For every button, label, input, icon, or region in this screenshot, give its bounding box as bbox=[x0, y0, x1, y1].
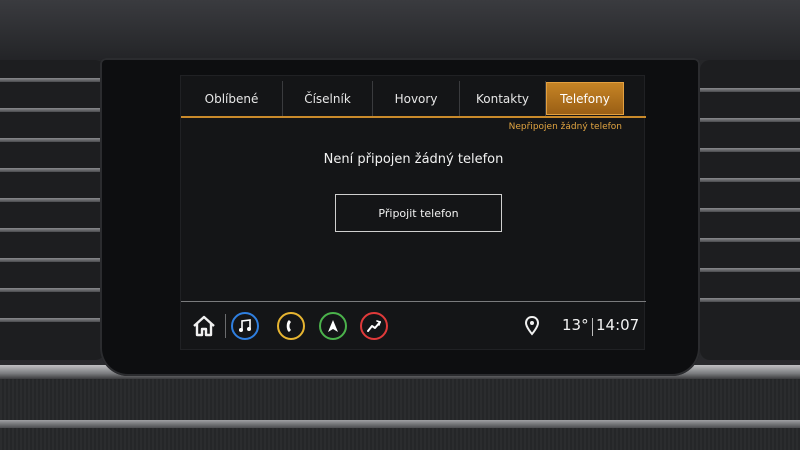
lower-dashboard bbox=[0, 379, 800, 450]
dashboard: Oblíbené Číselník Hovory Kontakty Telefo… bbox=[0, 0, 800, 450]
location-pin-icon[interactable] bbox=[524, 315, 540, 336]
bottom-bar-separator bbox=[225, 314, 226, 338]
music-icon[interactable] bbox=[231, 312, 259, 340]
home-icon[interactable] bbox=[191, 313, 217, 339]
tab-favorites[interactable]: Oblíbené bbox=[181, 81, 283, 117]
connect-phone-button[interactable]: Připojit telefon bbox=[335, 194, 502, 232]
infotainment-screen: Oblíbené Číselník Hovory Kontakty Telefo… bbox=[180, 75, 646, 350]
tab-contacts[interactable]: Kontakty bbox=[460, 81, 546, 117]
tab-calls[interactable]: Hovory bbox=[373, 81, 460, 117]
phone-icon[interactable] bbox=[277, 312, 305, 340]
dashboard-top-trim bbox=[0, 0, 800, 60]
tab-phones[interactable]: Telefony bbox=[546, 82, 624, 115]
lower-chrome-trim bbox=[0, 420, 800, 428]
connection-status: Nepřipojen žádný telefon bbox=[508, 122, 622, 132]
left-air-vent bbox=[0, 60, 105, 360]
bottom-bar: 13° 14:07 bbox=[181, 308, 646, 346]
time-separator bbox=[592, 318, 593, 336]
temperature-readout: 13° bbox=[562, 316, 589, 334]
tab-dialer[interactable]: Číselník bbox=[283, 81, 373, 117]
tab-underline bbox=[181, 116, 646, 118]
clock: 14:07 bbox=[596, 316, 640, 334]
navigation-icon[interactable] bbox=[319, 312, 347, 340]
right-air-vent bbox=[700, 60, 800, 360]
onstar-icon[interactable] bbox=[360, 312, 388, 340]
bottom-divider bbox=[181, 301, 646, 302]
tab-bar: Oblíbené Číselník Hovory Kontakty Telefo… bbox=[181, 81, 646, 117]
no-phone-message: Není připojen žádný telefon bbox=[323, 152, 504, 167]
